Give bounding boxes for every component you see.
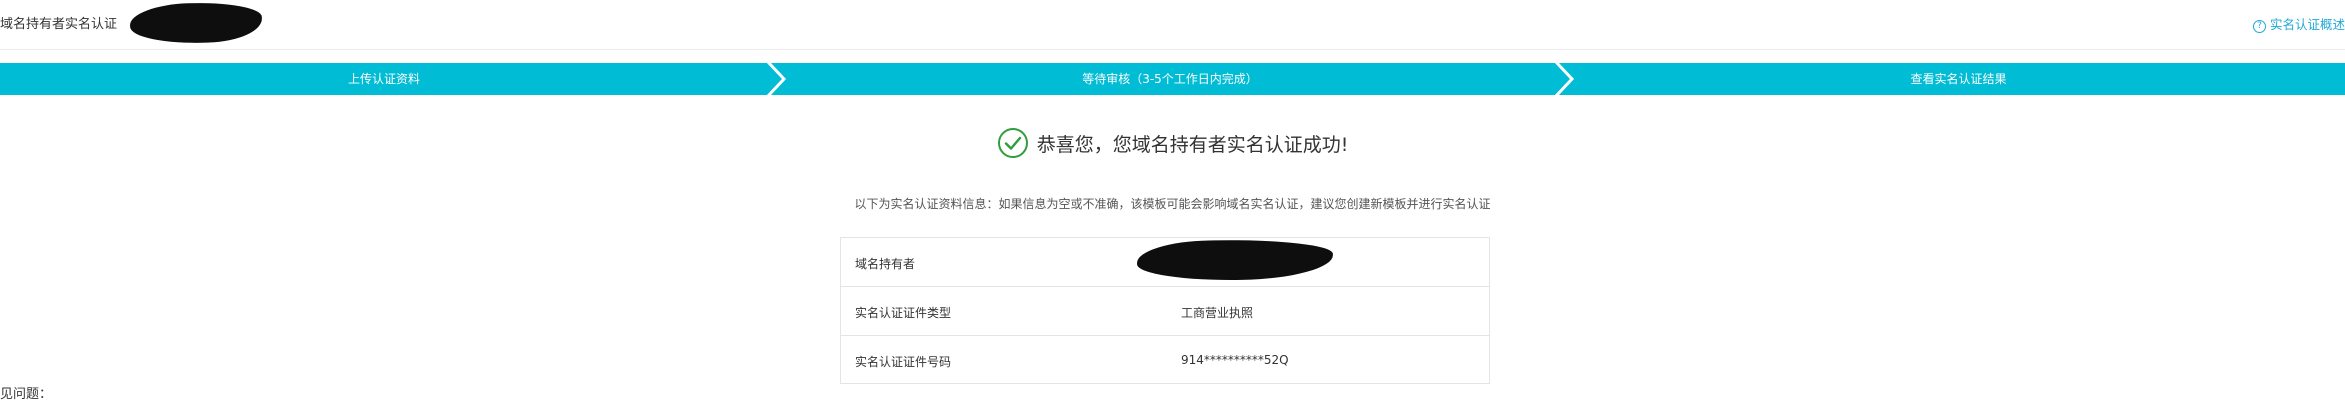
page-title: 域名持有者实名认证 [0, 17, 118, 32]
cert-number-label: 实名认证证件号码 [855, 355, 952, 369]
question-circle-icon: ? [2252, 20, 2266, 33]
overview-link-label: 实名认证概述 [2269, 17, 2345, 32]
table-row: 实名认证证件类型 工商营业执照 [841, 287, 1489, 336]
overview-link[interactable]: ? 实名认证概述 [2252, 14, 2345, 33]
step-result: 查看实名认证结果 [1910, 72, 2007, 86]
step-upload: 上传认证资料 [347, 72, 420, 86]
page-header: 域名持有者实名认证 ? 实名认证概述 [0, 0, 2345, 50]
holder-label: 域名持有者 [855, 257, 916, 271]
cert-type-value: 工商营业执照 [1181, 306, 1254, 320]
info-note: 以下为实名认证资料信息：如果信息为空或不准确，该模板可能会影响域名实名认证，建议… [854, 197, 1491, 211]
redacted-holder-name [1136, 238, 1334, 282]
step-review: 等待审核（3-5个工作日内完成） [1082, 72, 1258, 86]
table-row: 实名认证证件号码 914**********52Q [841, 336, 1489, 384]
cert-type-label: 实名认证证件类型 [855, 306, 952, 320]
success-message: 恭喜您，您域名持有者实名认证成功! [1036, 133, 1349, 156]
certification-info-table: 域名持有者 实名认证证件类型 工商营业执照 实名认证证件号码 914******… [840, 237, 1490, 384]
table-row: 域名持有者 [841, 238, 1489, 287]
redacted-domain [129, 0, 263, 46]
progress-stepper: 上传认证资料 等待审核（3-5个工作日内完成） 查看实名认证结果 [0, 63, 2345, 95]
success-banner: 恭喜您，您域名持有者实名认证成功! [0, 126, 2345, 160]
faq-heading: 见问题： [0, 387, 53, 402]
check-circle-icon [997, 128, 1028, 158]
cert-number-value: 914**********52Q [1181, 353, 1289, 367]
